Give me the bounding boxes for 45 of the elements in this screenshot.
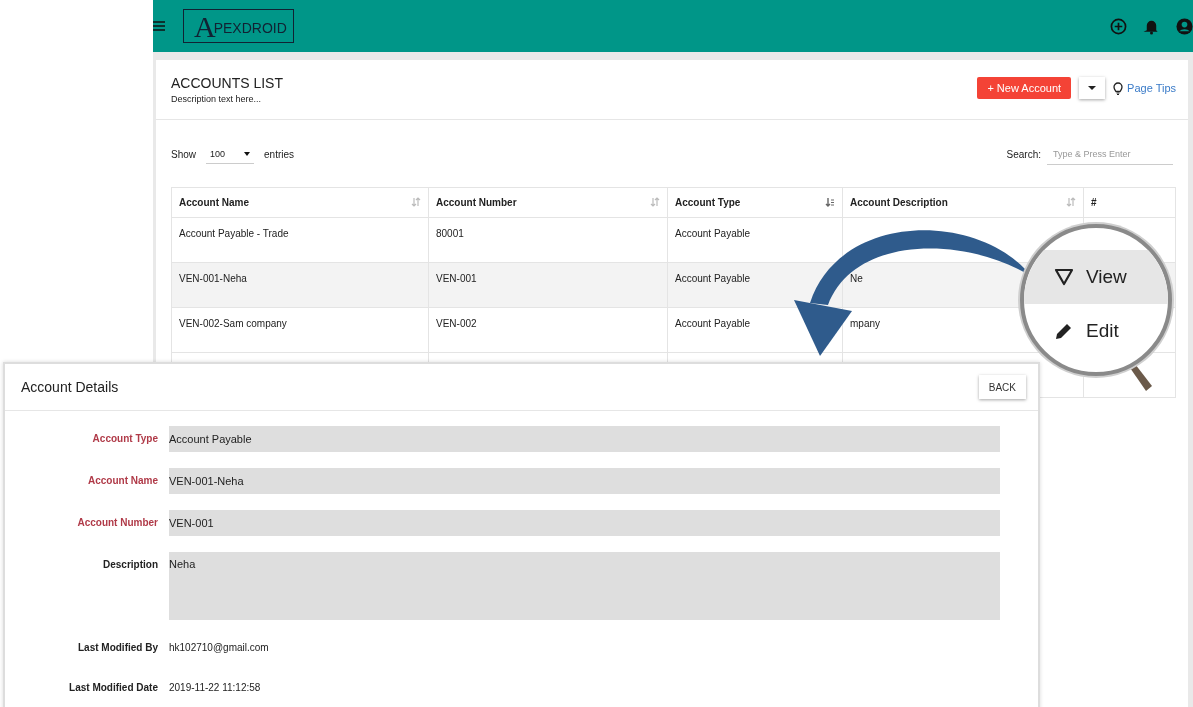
- table-cell: VEN-002: [428, 307, 668, 353]
- search-label: Search:: [1006, 149, 1041, 160]
- column-header[interactable]: Account Type: [667, 187, 843, 218]
- logo: APEXDROID: [183, 9, 294, 43]
- column-header[interactable]: Account Name: [171, 187, 429, 218]
- pencil-icon: [1054, 321, 1074, 341]
- page-tips-link[interactable]: Page Tips: [1127, 82, 1176, 94]
- column-header[interactable]: #: [1083, 187, 1176, 218]
- field-value: 2019-11-22 11:12:58: [169, 681, 261, 695]
- field-label: Last Modified Date: [68, 681, 159, 695]
- field-label: Account Name: [87, 474, 159, 488]
- panel-title: Account Details: [21, 379, 119, 395]
- textarea-field[interactable]: Neha: [169, 552, 1000, 620]
- field-label: Last Modified By: [77, 641, 159, 655]
- input-field[interactable]: VEN-001-Neha: [169, 468, 1000, 494]
- input-field[interactable]: VEN-001: [169, 510, 1000, 536]
- show-label: Show: [171, 149, 196, 160]
- lightbulb-icon[interactable]: [1113, 81, 1124, 95]
- table-cell: VEN-001-Neha: [171, 262, 429, 308]
- field-label: Account Type: [91, 432, 159, 446]
- field-label: Description: [102, 558, 159, 572]
- table-cell: VEN-001: [428, 262, 668, 308]
- input-field[interactable]: Account Payable: [169, 426, 1000, 452]
- column-header[interactable]: Account Number: [428, 187, 668, 218]
- page-description: Description text here...: [171, 94, 263, 104]
- triangle-icon: [1054, 268, 1074, 286]
- sort-descending-icon[interactable]: [825, 197, 835, 207]
- caret-icon: [244, 152, 250, 156]
- menu-item[interactable]: View: [1024, 250, 1168, 304]
- column-header[interactable]: Account Description: [842, 187, 1084, 218]
- new-account-button[interactable]: + New Account: [977, 77, 1072, 99]
- caret-icon: [1088, 85, 1097, 91]
- table-cell: Account Payable - Trade: [171, 217, 429, 263]
- page-title: ACCOUNTS LIST: [171, 75, 283, 91]
- add-circle-icon[interactable]: [1110, 17, 1127, 35]
- dropdown-button[interactable]: [1079, 77, 1106, 99]
- field-label: Account Number: [76, 516, 159, 530]
- back-button[interactable]: BACK: [978, 375, 1026, 399]
- table-cell: VEN-002-Sam company: [171, 307, 429, 353]
- page-size-select[interactable]: 100: [206, 145, 254, 164]
- table-cell: 80001: [428, 217, 668, 263]
- menu-icon[interactable]: [153, 21, 165, 31]
- entries-label: entries: [264, 149, 295, 160]
- account-icon[interactable]: [1176, 17, 1193, 35]
- field-value: hk102710@gmail.com: [169, 641, 269, 655]
